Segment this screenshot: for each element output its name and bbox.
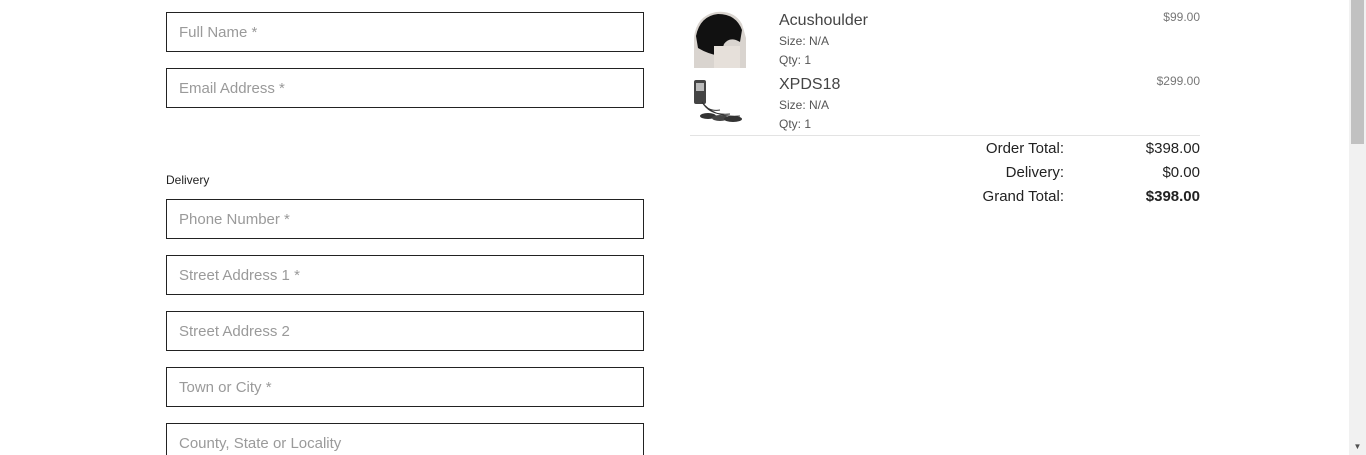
delivery-label: Delivery:	[1005, 164, 1064, 181]
item-qty: Qty: 1	[779, 53, 812, 67]
page-scrollbar[interactable]: ▼	[1349, 0, 1366, 455]
item-price: $299.00	[1156, 74, 1200, 88]
item-size: Size: N/A	[779, 34, 830, 48]
cart-item: Acushoulder Size: N/A Qty: 1 $99.00	[690, 8, 1200, 72]
order-total-value: $398.00	[1145, 140, 1200, 157]
full-name-input[interactable]	[166, 12, 644, 52]
order-totals: Order Total: $398.00 Delivery: $0.00 Gra…	[690, 138, 1200, 210]
delivery-section-label: Delivery	[166, 173, 210, 187]
town-city-input[interactable]	[166, 367, 644, 407]
grand-total-label: Grand Total:	[982, 188, 1064, 205]
chevron-down-icon[interactable]: ▼	[1349, 438, 1366, 455]
county-state-input[interactable]	[166, 423, 644, 455]
email-input[interactable]	[166, 68, 644, 108]
cart-item: XPDS18 Size: N/A Qty: 1 $299.00	[690, 72, 1200, 136]
grand-total-value: $398.00	[1145, 188, 1200, 205]
item-name: Acushoulder	[779, 12, 868, 29]
street-address-2-input[interactable]	[166, 311, 644, 351]
summary-divider	[690, 135, 1200, 136]
item-price: $99.00	[1163, 10, 1200, 24]
delivery-value: $0.00	[1162, 164, 1200, 181]
delivery-row: Delivery: $0.00	[690, 162, 1200, 186]
item-size: Size: N/A	[779, 98, 830, 112]
street-address-1-input[interactable]	[166, 255, 644, 295]
item-name: XPDS18	[779, 76, 841, 93]
order-total-label: Order Total:	[985, 140, 1064, 157]
item-qty: Qty: 1	[779, 117, 812, 131]
shoulder-brace-image	[690, 8, 748, 68]
order-total-row: Order Total: $398.00	[690, 138, 1200, 162]
checkout-page: Delivery Acushoulder Size: N/A Qty: 1 $9…	[0, 0, 1366, 455]
scrollbar-thumb[interactable]	[1351, 0, 1364, 144]
phone-input[interactable]	[166, 199, 644, 239]
tens-device-image	[690, 72, 748, 132]
grand-total-row: Grand Total: $398.00	[690, 186, 1200, 210]
